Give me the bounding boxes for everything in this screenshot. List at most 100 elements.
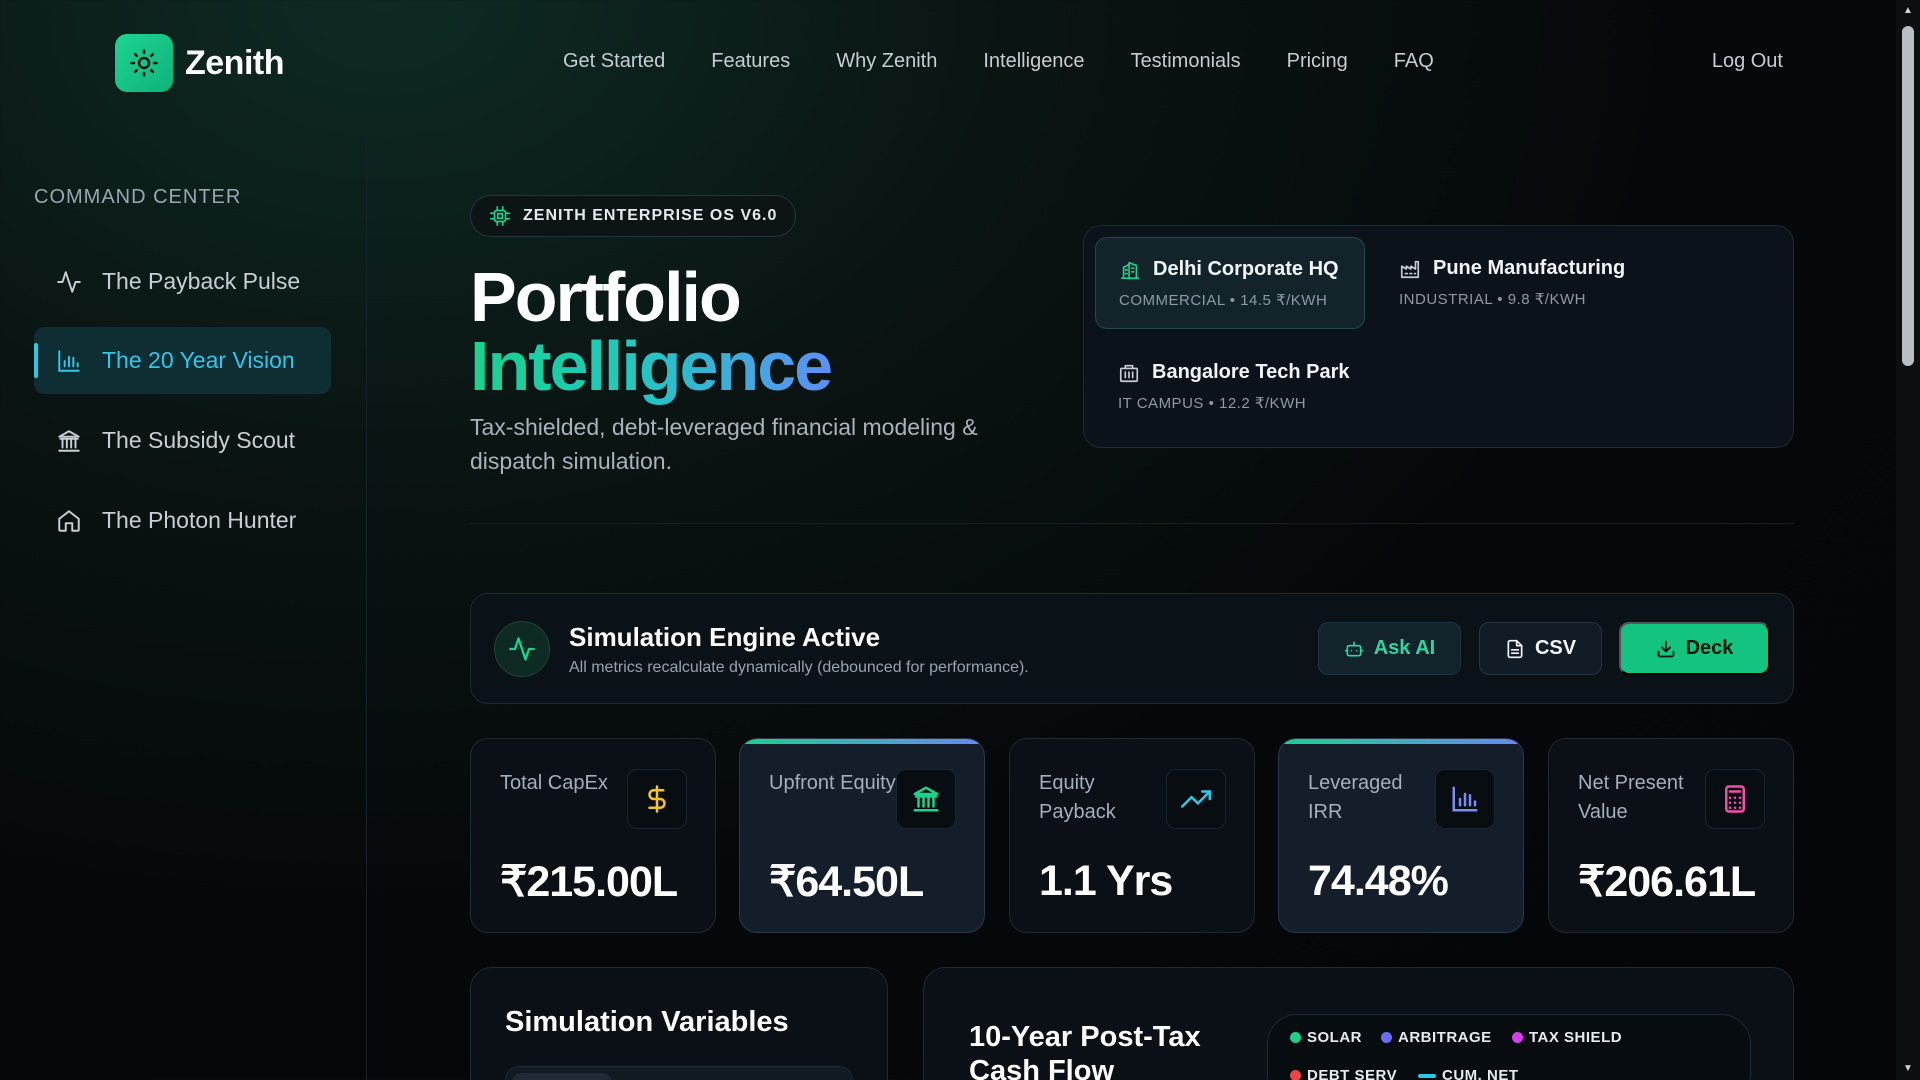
download-icon [1656,639,1676,659]
pulse-icon [494,621,550,677]
nav-link-get-started[interactable]: Get Started [563,50,665,73]
panel-title: Simulation Variables [505,1006,789,1038]
variables-tab-bar[interactable] [505,1066,853,1080]
sidebar-item-payback-pulse[interactable]: The Payback Pulse [34,248,331,315]
bank-icon [896,769,956,829]
legend-item-arbitrage[interactable]: ARBITRAGE [1381,1029,1492,1046]
sidebar-item-label: The 20 Year Vision [102,347,295,373]
calculator-icon [1705,769,1765,829]
sidebar-item-subsidy-scout[interactable]: The Subsidy Scout [34,407,331,474]
site-option-delhi[interactable]: Delhi Corporate HQ COMMERCIAL • 14.5 ₹/K… [1095,237,1365,329]
legend-item-solar[interactable]: SOLAR [1290,1029,1362,1046]
ask-ai-label: Ask AI [1373,637,1436,659]
badge-text: ZENITH ENTERPRISE OS V6.0 [523,207,778,224]
dollar-icon [627,769,687,829]
kpi-card-net-present-value: Net Present Value ₹206.61L [1548,738,1794,933]
page-title: Portfolio [470,258,742,336]
sidebar-item-label: The Payback Pulse [102,268,301,294]
site-name: Pune Manufacturing [1433,257,1626,279]
variables-tab-active[interactable] [512,1073,612,1080]
sidebar-item-label: The Subsidy Scout [102,427,296,453]
csv-label: CSV [1534,637,1577,659]
legend-label: TAX SHIELD [1529,1029,1623,1046]
nav-link-features[interactable]: Features [711,50,790,73]
chip-icon [489,205,511,227]
brand-name: Zenith [185,43,284,82]
site-selector: Delhi Corporate HQ COMMERCIAL • 14.5 ₹/K… [1083,225,1794,448]
legend-label: ARBITRAGE [1398,1029,1492,1046]
legend-item-debt-serv[interactable]: DEBT SERV [1290,1067,1397,1080]
factory-icon [1399,258,1421,280]
sidebar: COMMAND CENTER The Payback Pulse The 20 … [0,138,367,1080]
kpi-label: Equity Payback [1039,772,1116,823]
scroll-down-arrow[interactable]: ▼ [1902,1064,1914,1074]
nav-links: Get Started Features Why Zenith Intellig… [563,50,1434,73]
legend-swatch [1381,1032,1392,1043]
nav-link-testimonials[interactable]: Testimonials [1131,50,1241,73]
sun-icon [115,34,173,92]
robot-icon [1344,639,1364,659]
sidebar-item-label: The Photon Hunter [102,507,297,533]
legend-swatch [1290,1070,1301,1080]
scroll-up-arrow[interactable]: ▲ [1902,6,1914,16]
kpi-value: ₹64.50L [769,858,924,906]
nav-link-why-zenith[interactable]: Why Zenith [836,50,937,73]
version-badge: ZENITH ENTERPRISE OS V6.0 [470,195,797,237]
kpi-card-leveraged-irr: Leveraged IRR 74.48% [1278,738,1524,933]
bar-chart-icon [1435,769,1495,829]
site-name: Delhi Corporate HQ [1153,258,1339,280]
legend-swatch [1290,1032,1301,1043]
nav-link-pricing[interactable]: Pricing [1287,50,1348,73]
brand[interactable]: Zenith [115,34,284,92]
ask-ai-button[interactable]: Ask AI [1318,622,1461,675]
activity-icon [56,269,82,295]
kpi-label: Net Present Value [1578,772,1684,823]
legend-label: CUM. NET [1442,1067,1519,1080]
kpi-card-upfront-equity: Upfront Equity ₹64.50L [739,738,985,933]
simulation-status-bar: Simulation Engine Active All metrics rec… [470,593,1794,704]
legend-label: DEBT SERV [1307,1067,1398,1080]
legend-item-cum-net[interactable]: CUM. NET [1418,1067,1519,1080]
bar-chart-icon [56,348,82,374]
section-divider [470,523,1794,524]
site-name: Bangalore Tech Park [1152,361,1350,383]
kpi-label: Upfront Equity [769,772,896,794]
csv-export-button[interactable]: CSV [1479,622,1602,675]
kpi-value: 74.48% [1308,857,1449,905]
nav-link-faq[interactable]: FAQ [1394,50,1434,73]
file-icon [1505,639,1525,659]
logout-link[interactable]: Log Out [1712,50,1783,73]
site-option-bangalore[interactable]: Bangalore Tech Park IT CAMPUS • 12.2 ₹/K… [1095,341,1365,433]
legend-swatch [1418,1073,1436,1078]
nav-link-intelligence[interactable]: Intelligence [983,50,1084,73]
page-scrollbar[interactable]: ▲ ▼ [1896,0,1920,1080]
trending-up-icon [1166,769,1226,829]
page-subtitle: Tax-shielded, debt-leveraged financial m… [470,414,978,474]
sidebar-title: COMMAND CENTER [34,186,242,208]
legend-item-tax-shield[interactable]: TAX SHIELD [1512,1029,1622,1046]
kpi-value: 1.1 Yrs [1039,857,1173,905]
home-icon [56,508,82,534]
sidebar-item-20-year-vision[interactable]: The 20 Year Vision [34,327,331,394]
legend-label: SOLAR [1307,1029,1362,1046]
simulation-description: All metrics recalculate dynamically (deb… [569,659,1029,676]
site-meta: COMMERCIAL • 14.5 ₹/KWH [1119,292,1328,309]
sidebar-item-photon-hunter[interactable]: The Photon Hunter [34,487,331,554]
kpi-value: ₹206.61L [1578,858,1756,906]
top-navigation: Zenith Get Started Features Why Zenith I… [0,0,1896,126]
deck-label: Deck [1685,637,1734,659]
kpi-label: Leveraged IRR [1308,772,1403,823]
page-title-accent: Intelligence [470,327,833,405]
chart-legend: SOLAR ARBITRAGE TAX SHIELD DEBT SERV CUM… [1267,1014,1751,1080]
bank-icon [56,428,82,454]
kpi-label: Total CapEx [500,772,608,794]
panel-title: 10-Year Post-Tax Cash Flow [969,1021,1201,1080]
cash-flow-panel: 10-Year Post-Tax Cash Flow SOLAR ARBITRA… [923,967,1794,1080]
building-icon [1119,259,1141,281]
kpi-card-total-capex: Total CapEx ₹215.00L [470,738,716,933]
deck-download-button[interactable]: Deck [1619,622,1770,675]
simulation-title: Simulation Engine Active [569,622,881,652]
site-option-pune[interactable]: Pune Manufacturing INDUSTRIAL • 9.8 ₹/KW… [1376,237,1646,329]
site-meta: IT CAMPUS • 12.2 ₹/KWH [1118,395,1307,412]
scrollbar-thumb[interactable] [1902,26,1914,366]
